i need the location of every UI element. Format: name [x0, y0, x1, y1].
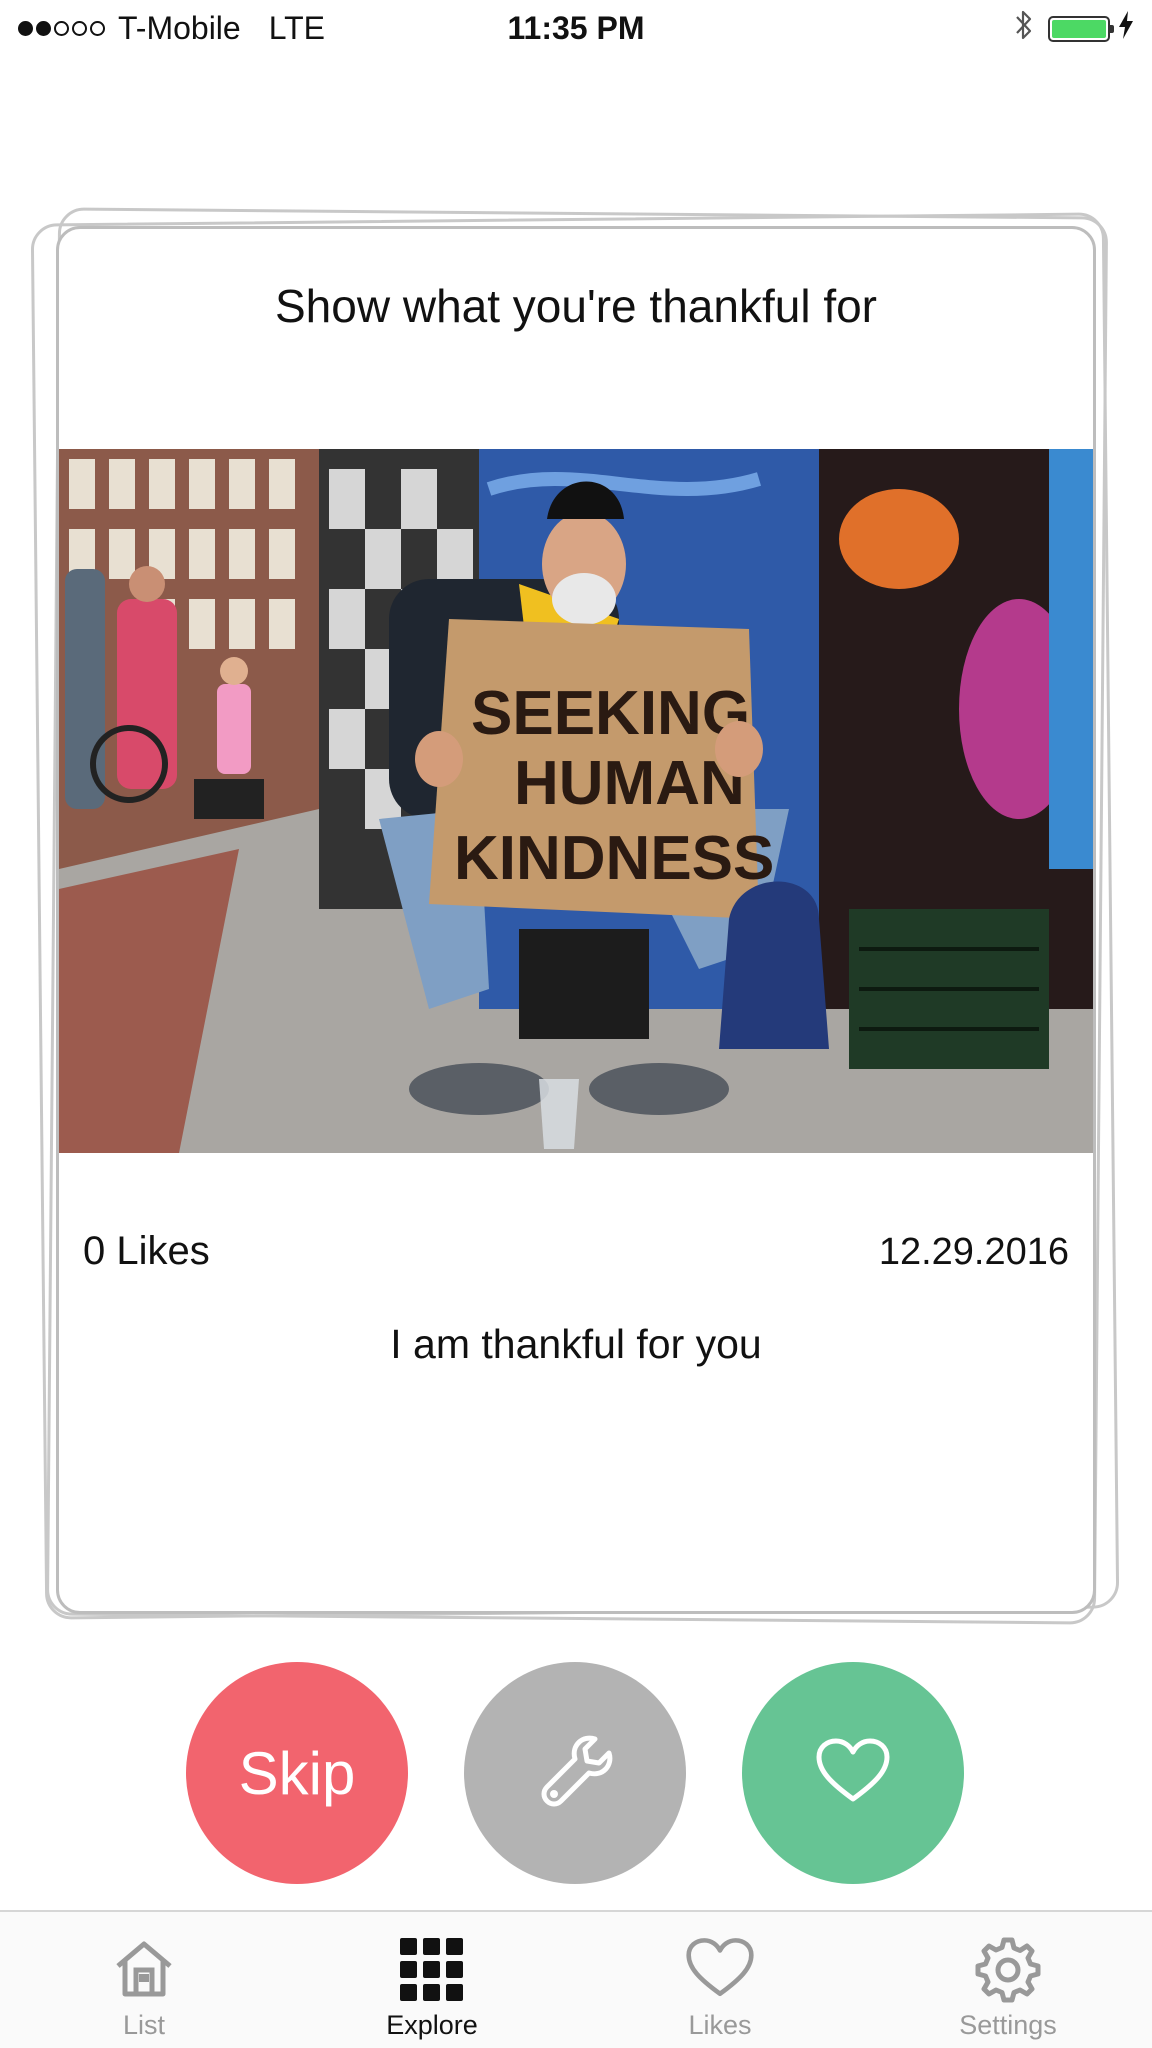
sign-line-2: HUMAN [514, 749, 745, 818]
tab-label: Explore [386, 2010, 478, 2040]
post-date: 12.29.2016 [878, 1231, 1069, 1273]
sign-line-1: SEEKING [471, 679, 750, 748]
tab-list[interactable]: List [0, 1912, 288, 2048]
battery-level [1052, 20, 1106, 38]
heart-icon [815, 1737, 891, 1810]
tab-label: Likes [688, 2010, 752, 2040]
skip-button[interactable]: Skip [186, 1662, 408, 1884]
home-icon [112, 1936, 176, 2005]
status-right [1014, 8, 1134, 50]
battery-icon [1048, 16, 1114, 42]
tools-button[interactable] [464, 1662, 686, 1884]
bluetooth-icon [1014, 8, 1034, 50]
skip-button-label: Skip [238, 1739, 356, 1807]
heart-icon [685, 1936, 755, 2005]
grid-icon [398, 1936, 466, 2009]
card-title: Show what you're thankful for [275, 280, 877, 332]
wrench-icon [535, 1731, 615, 1816]
post-photo: SEEKING HUMAN KINDNESS [59, 449, 1093, 1153]
tab-explore[interactable]: Explore [288, 1912, 576, 2048]
post-message: I am thankful for you [390, 1321, 762, 1367]
tab-label: Settings [959, 2010, 1057, 2040]
status-bar: T-Mobile LTE 11:35 PM [0, 0, 1152, 58]
tab-settings[interactable]: Settings [864, 1912, 1152, 2048]
charging-bolt-icon [1118, 10, 1134, 48]
sign-line-3: KINDNESS [454, 824, 774, 893]
tab-likes[interactable]: Likes [576, 1912, 864, 2048]
post-card[interactable]: Show what you're thankful for SEEKING HU… [56, 226, 1096, 1614]
likes-count: 0 Likes [83, 1229, 210, 1273]
status-time: 11:35 PM [507, 10, 645, 46]
tab-label: List [122, 2010, 166, 2040]
gear-icon [974, 1936, 1042, 2009]
tab-bar: List Explore Likes Settings [0, 1910, 1152, 2048]
like-button[interactable] [742, 1662, 964, 1884]
